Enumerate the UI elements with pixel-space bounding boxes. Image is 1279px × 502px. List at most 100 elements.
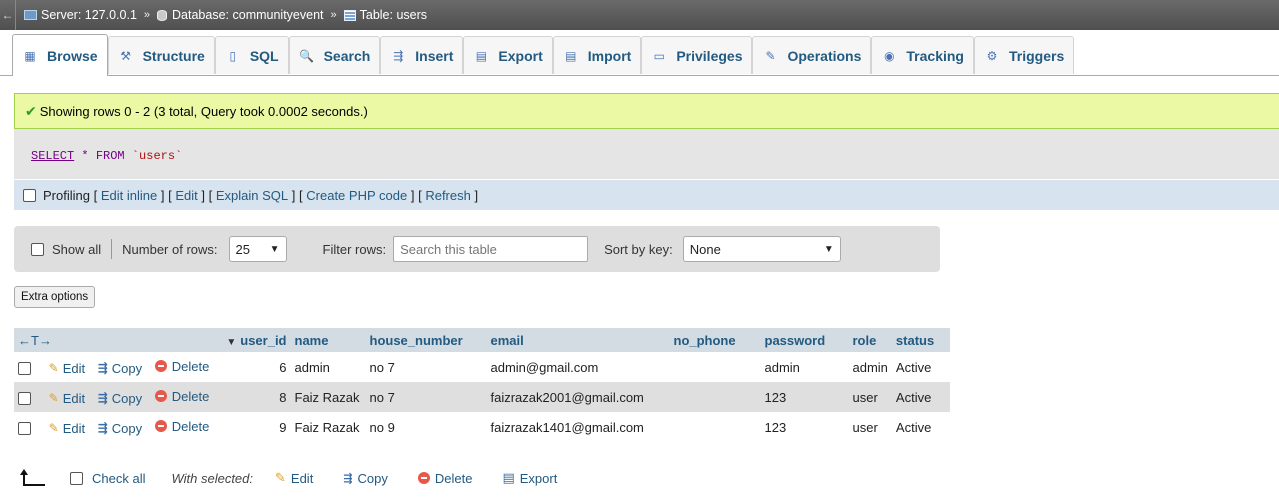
breadcrumb-database[interactable]: Database: communityevent [157, 8, 324, 22]
edit-row-button[interactable]: ✎ Edit [49, 421, 85, 436]
cell-status[interactable]: Active [891, 412, 950, 442]
breadcrumb-table-label[interactable]: Table: users [360, 8, 427, 22]
column-header-house-number[interactable]: house_number [365, 328, 487, 352]
explain-sql-link[interactable]: Explain SQL [216, 188, 288, 203]
breadcrumb-server[interactable]: Server: 127.0.0.1 [24, 8, 137, 22]
row-checkbox[interactable] [18, 362, 31, 376]
tab-label: Structure [142, 47, 205, 64]
tab-label: Operations [787, 47, 862, 64]
create-php-code-link[interactable]: Create PHP code [306, 188, 407, 203]
tab-search[interactable]: 🔍 Search [288, 36, 381, 74]
tab-insert[interactable]: ⇶ Insert [380, 36, 464, 74]
with-selected-label: With selected: [171, 470, 253, 486]
cell-role[interactable]: user [848, 382, 892, 412]
cell-email[interactable]: admin@gmail.com [486, 352, 670, 382]
sort-by-key-label: Sort by key: [604, 241, 673, 257]
row-actions: ✎ Edit ⇶ Copy Delete [14, 412, 223, 442]
row-checkbox[interactable] [18, 422, 31, 436]
chevron-down-icon: ▼ [269, 243, 280, 255]
copy-row-button[interactable]: ⇶ Copy [98, 391, 142, 406]
cell-password[interactable]: admin [760, 352, 849, 382]
profiling-checkbox[interactable] [23, 188, 36, 202]
copy-row-button[interactable]: ⇶ Copy [98, 421, 142, 436]
breadcrumb-server-label[interactable]: Server: 127.0.0.1 [41, 8, 137, 22]
row-checkbox[interactable] [18, 392, 31, 406]
check-all-label[interactable]: Check all [92, 471, 145, 486]
table-icon [343, 9, 356, 21]
tab-operations[interactable]: ✎ Operations [752, 36, 872, 74]
sort-desc-icon[interactable]: ▼ [226, 337, 236, 348]
bulk-export-button[interactable]: ▤ Export [502, 470, 557, 486]
cell-user-id[interactable]: 6 [222, 352, 291, 382]
cell-status[interactable]: Active [891, 352, 950, 382]
cell-role[interactable]: user [848, 412, 892, 442]
tab-label: SQL [249, 47, 279, 64]
sql-keyword-from: FROM [95, 149, 125, 163]
tab-privileges[interactable]: ▭ Privileges [641, 36, 753, 74]
delete-row-button[interactable]: Delete [154, 419, 209, 434]
show-all-label[interactable]: Show all [52, 242, 101, 257]
cell-user-id[interactable]: 9 [222, 412, 291, 442]
check-all-checkbox[interactable] [70, 471, 83, 485]
cell-house-number[interactable]: no 7 [365, 352, 487, 382]
tab-browse[interactable]: ▦ Browse [12, 34, 108, 76]
cell-no-phone[interactable] [669, 382, 761, 412]
edit-row-button[interactable]: ✎ Edit [49, 391, 85, 406]
cell-house-number[interactable]: no 7 [365, 382, 487, 412]
number-of-rows-select[interactable]: 25 ▼ [228, 236, 287, 262]
column-header-password[interactable]: password [760, 328, 849, 352]
breadcrumb-table[interactable]: Table: users [343, 8, 427, 22]
bulk-delete-button[interactable]: Delete [417, 471, 472, 486]
column-header-user-id[interactable]: ▼ user_id [222, 328, 291, 352]
column-resize-arrows[interactable]: ←T→ [14, 328, 223, 352]
back-arrow-icon[interactable]: ← [0, 0, 16, 30]
cell-house-number[interactable]: no 9 [365, 412, 487, 442]
edit-row-button[interactable]: ✎ Edit [49, 361, 85, 376]
edit-link[interactable]: Edit [175, 188, 197, 203]
extra-options-button[interactable]: Extra options [14, 286, 96, 308]
bulk-copy-button[interactable]: ⇶ Copy [343, 471, 388, 486]
browse-icon: ▦ [24, 48, 36, 63]
bulk-edit-button[interactable]: ✎ Edit [275, 470, 313, 486]
tab-tracking[interactable]: ◉ Tracking [871, 36, 974, 74]
cell-name[interactable]: Faiz Razak [290, 412, 366, 442]
breadcrumb-separator: » [330, 9, 337, 21]
delete-row-button[interactable]: Delete [154, 359, 209, 374]
sort-by-key-select[interactable]: None ▼ [682, 236, 841, 262]
edit-inline-link[interactable]: Edit inline [101, 188, 157, 203]
cell-email[interactable]: faizrazak1401@gmail.com [486, 412, 670, 442]
cell-no-phone[interactable] [669, 412, 761, 442]
delete-row-button[interactable]: Delete [154, 389, 209, 404]
show-all-checkbox[interactable] [31, 242, 44, 256]
column-header-role[interactable]: role [848, 328, 892, 352]
cell-no-phone[interactable] [669, 352, 761, 382]
cell-password[interactable]: 123 [760, 412, 849, 442]
tab-label: Tracking [906, 47, 964, 64]
column-header-email[interactable]: email [486, 328, 670, 352]
column-header-no-phone[interactable]: no_phone [669, 328, 761, 352]
tab-label: Export [498, 47, 543, 64]
cell-password[interactable]: 123 [760, 382, 849, 412]
cell-role[interactable]: admin [848, 352, 892, 382]
column-header-status[interactable]: status [891, 328, 950, 352]
top-menu-tabs: ▦ Browse ⚒ Structure ▯ SQL 🔍 Search ⇶ Insert … [0, 30, 1279, 76]
copy-icon: ⇶ [97, 421, 108, 435]
sql-keyword-select[interactable]: SELECT [31, 149, 74, 163]
filter-rows-input[interactable]: Search this table [393, 236, 589, 262]
cell-email[interactable]: faizrazak2001@gmail.com [486, 382, 670, 412]
tab-triggers[interactable]: ⚙ Triggers [973, 36, 1075, 74]
breadcrumb-database-label[interactable]: Database: communityevent [172, 8, 323, 22]
refresh-link[interactable]: Refresh [425, 188, 471, 203]
cell-user-id[interactable]: 8 [222, 382, 291, 412]
cell-status[interactable]: Active [891, 382, 950, 412]
tab-import[interactable]: ▤ Import [552, 36, 642, 74]
tab-structure[interactable]: ⚒ Structure [107, 36, 215, 74]
sql-query-box[interactable]: SELECT * FROM `users` [14, 129, 1279, 179]
copy-row-button[interactable]: ⇶ Copy [98, 361, 142, 376]
cell-name[interactable]: Faiz Razak [290, 382, 366, 412]
tab-export[interactable]: ▤ Export [463, 36, 553, 74]
column-header-name[interactable]: name [290, 328, 366, 352]
tab-sql[interactable]: ▯ SQL [214, 36, 289, 74]
cell-name[interactable]: admin [290, 352, 366, 382]
delete-icon [154, 360, 167, 372]
